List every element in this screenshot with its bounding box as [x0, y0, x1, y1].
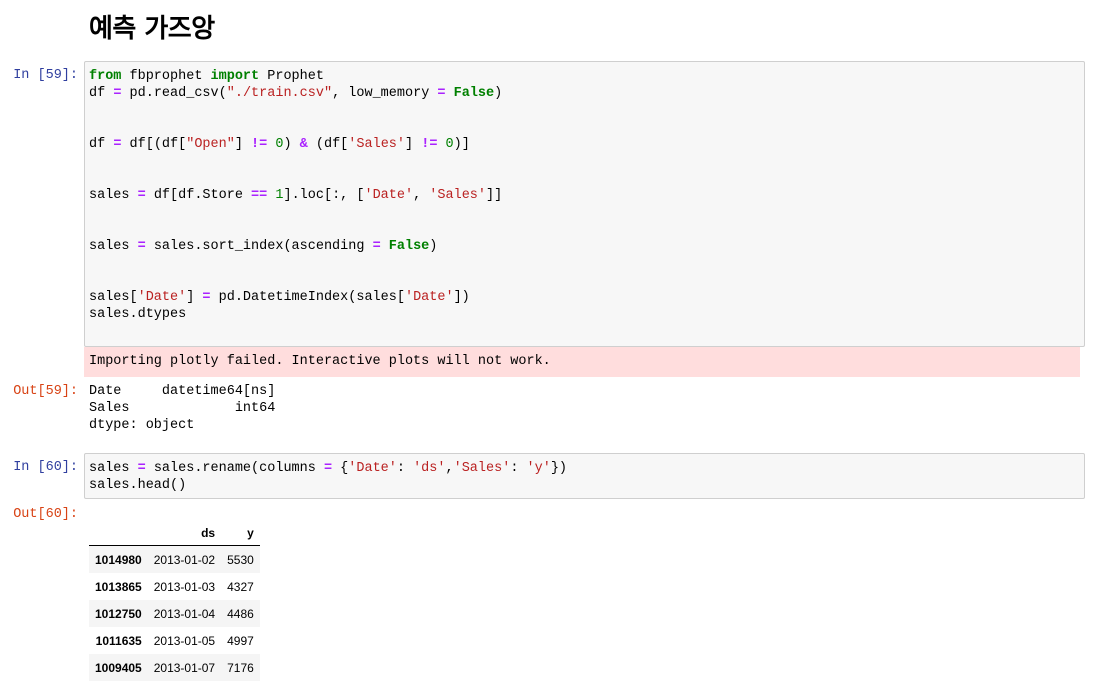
code-cell-59[interactable]: from fbprophet import Prophet df = pd.re…	[84, 61, 1085, 347]
row-index: 1014980	[95, 552, 142, 567]
row-index: 1013865	[95, 579, 142, 594]
code-cell-60[interactable]: sales = sales.rename(columns = {'Date': …	[84, 453, 1085, 499]
table-cell: 2013-01-02	[153, 552, 216, 567]
column-header: y	[221, 520, 260, 546]
table-cell: 4997	[227, 633, 254, 648]
table-row: 1013865 2013-01-03 4327	[89, 573, 260, 600]
row-index: 1012750	[95, 606, 142, 621]
table-cell: 5530	[227, 552, 254, 567]
row-index: 1009405	[95, 660, 142, 675]
output-line: Sales int64	[89, 401, 276, 416]
table-cell: 2013-01-05	[153, 633, 216, 648]
output-prompt-59: Out[59]:	[13, 384, 78, 399]
dataframe-table: ds y 1014980 2013-01-02 5530 1013865 201…	[89, 520, 260, 681]
table-cell: 4327	[227, 579, 254, 594]
table-cell: 7176	[227, 660, 254, 675]
table-cell: 2013-01-07	[153, 660, 216, 675]
code-line: sales = df[df.Store == 1].loc[:, ['Date'…	[89, 188, 503, 203]
code-line: sales.dtypes	[89, 307, 187, 322]
code-line: df = df[(df["Open"] != 0) & (df['Sales']…	[89, 137, 470, 152]
code-line: sales['Date'] = pd.DatetimeIndex(sales['…	[89, 290, 470, 305]
table-header-row: ds y	[89, 520, 260, 546]
column-header	[89, 520, 148, 546]
stderr-text: Importing plotly failed. Interactive plo…	[89, 354, 551, 369]
code-line: df = pd.read_csv("./train.csv", low_memo…	[89, 86, 503, 101]
table-row: 1009405 2013-01-07 7176	[89, 654, 260, 681]
input-prompt-60: In [60]:	[13, 460, 78, 475]
markdown-heading: 예측 가즈앙	[89, 14, 215, 44]
table-cell: 2013-01-04	[153, 606, 216, 621]
table-row: 1014980 2013-01-02 5530	[89, 545, 260, 573]
output-prompt-60: Out[60]:	[13, 507, 78, 522]
column-header: ds	[147, 520, 222, 546]
code-line: sales = sales.sort_index(ascending = Fal…	[89, 239, 438, 254]
table-row: 1012750 2013-01-04 4486	[89, 600, 260, 627]
output-line: dtype: object	[89, 418, 195, 433]
table-row: 1011635 2013-01-05 4997	[89, 627, 260, 654]
code-line: sales.head()	[89, 478, 187, 493]
stderr-output: Importing plotly failed. Interactive plo…	[84, 347, 1080, 377]
row-index: 1011635	[95, 633, 142, 648]
code-line: from fbprophet import Prophet	[89, 69, 324, 84]
code-content-59[interactable]: from fbprophet import Prophet df = pd.re…	[89, 68, 1080, 323]
output-text-59: Date datetime64[ns] Sales int64 dtype: o…	[89, 383, 275, 434]
output-line: Date datetime64[ns]	[89, 384, 276, 399]
table-cell: 2013-01-03	[153, 579, 216, 594]
code-line: sales = sales.rename(columns = {'Date': …	[89, 461, 568, 476]
table-cell: 4486	[227, 606, 254, 621]
code-content-60[interactable]: sales = sales.rename(columns = {'Date': …	[89, 460, 1080, 494]
input-prompt-59: In [59]:	[13, 68, 78, 83]
